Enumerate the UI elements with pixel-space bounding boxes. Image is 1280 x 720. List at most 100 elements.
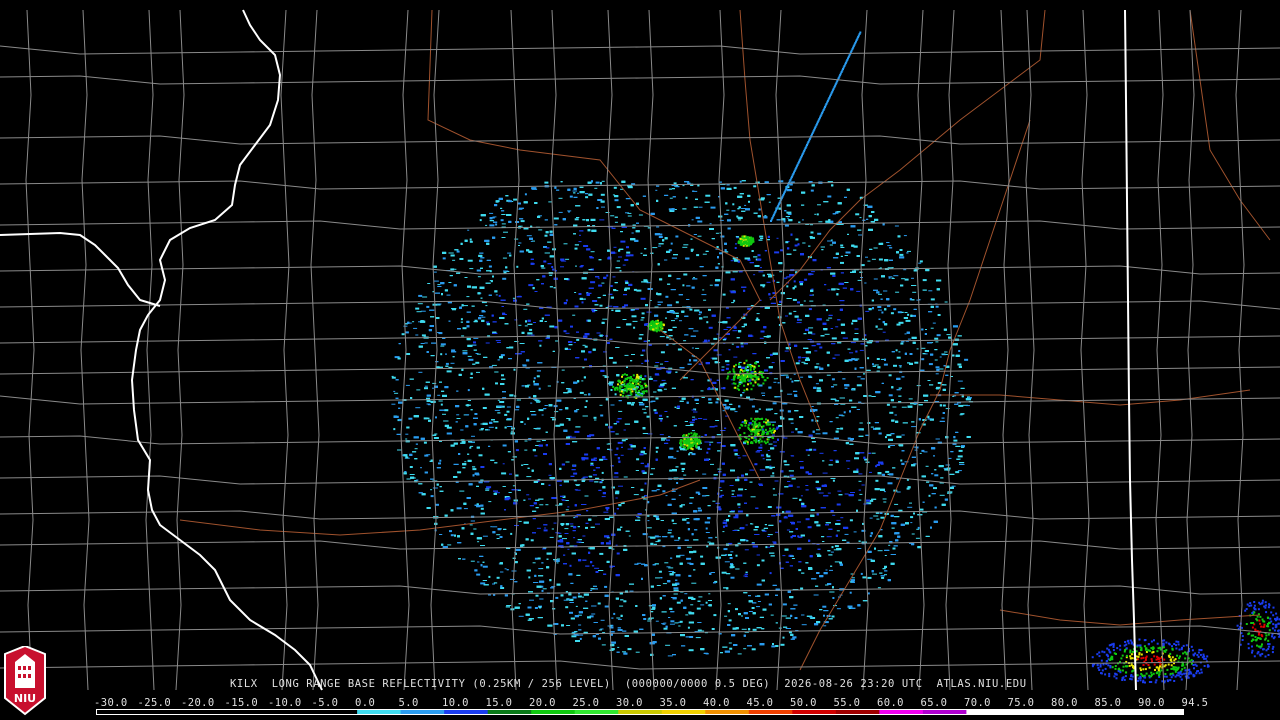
echo-pixel [856, 468, 859, 471]
echo-pixel [432, 387, 434, 389]
echo-pixel [856, 384, 862, 387]
echo-pixel [753, 185, 757, 188]
echo-pixel [468, 358, 474, 361]
echo-pixel [659, 414, 663, 417]
echo-pixel [855, 358, 860, 360]
echo-pixel [794, 244, 798, 247]
echo-pixel [732, 203, 735, 206]
echo-pixel [791, 558, 795, 559]
echo-pixel [695, 347, 700, 349]
echo-pixel [800, 376, 804, 378]
echo-pixel [564, 528, 569, 530]
echo-pixel [463, 305, 468, 307]
echo-pixel [655, 189, 658, 191]
echo-pixel [568, 211, 570, 213]
echo-pixel [759, 337, 764, 339]
echo-pixel [744, 549, 749, 551]
echo-pixel [822, 432, 828, 435]
echo-pixel [935, 341, 939, 343]
echo-pixel [815, 383, 819, 385]
echo-pixel [705, 194, 711, 197]
echo-pixel [513, 368, 516, 371]
echo-pixel [686, 546, 692, 548]
echo-pixel [676, 601, 681, 604]
echo-pixel [530, 240, 533, 242]
echo-pixel [724, 561, 730, 563]
echo-pixel [809, 448, 813, 451]
echo-pixel [786, 529, 790, 531]
echo-pixel [640, 319, 644, 321]
echo-pixel [836, 503, 841, 506]
echo-pixel [865, 310, 870, 312]
echo-pixel [911, 533, 915, 535]
echo-pixel [832, 479, 835, 482]
echo-pixel [604, 376, 609, 378]
echo-pixel [539, 344, 542, 347]
echo-pixel [850, 342, 856, 344]
echo-pixel [665, 295, 669, 298]
echo-pixel [772, 472, 775, 475]
echo-pixel [930, 327, 934, 329]
echo-pixel [444, 409, 449, 412]
echo-pixel [555, 424, 561, 427]
echo-pixel [696, 607, 701, 610]
echo-pixel [772, 541, 777, 543]
echo-pixel [888, 374, 892, 377]
echo-pixel [457, 471, 462, 474]
echo-pixel [438, 462, 441, 465]
echo-pixel [599, 552, 604, 555]
echo-pixel [923, 475, 926, 478]
echo-pixel [798, 569, 802, 572]
echo-pixel [601, 644, 606, 646]
echo-pixel [771, 362, 775, 364]
echo-pixel [406, 353, 411, 355]
echo-pixel [844, 533, 849, 535]
echo-pixel [532, 562, 536, 564]
echo-pixel [807, 454, 810, 456]
echo-pixel [637, 517, 641, 519]
echo-pixel [563, 330, 567, 333]
echo-pixel [878, 309, 882, 311]
echo-pixel [569, 523, 574, 525]
echo-pixel [839, 561, 842, 564]
echo-pixel [772, 402, 777, 405]
echo-pixel [488, 265, 492, 268]
echo-pixel [919, 452, 922, 454]
echo-pixel [613, 186, 617, 189]
echo-pixel [601, 282, 605, 284]
echo-pixel [669, 623, 675, 625]
echo-pixel [616, 552, 620, 555]
echo-pixel [737, 653, 742, 655]
echo-pixel [804, 278, 808, 281]
echo-pixel [647, 520, 650, 522]
echo-pixel [474, 413, 478, 415]
echo-pixel [773, 494, 777, 496]
echo-pixel [606, 342, 610, 344]
echo-pixel [604, 585, 608, 588]
echo-pixel [826, 309, 828, 312]
echo-pixel [814, 213, 817, 215]
echo-pixel [857, 548, 862, 549]
echo-pixel [659, 434, 664, 436]
echo-pixel [856, 290, 861, 292]
echo-pixel [682, 185, 685, 187]
echo-pixel [536, 440, 541, 442]
echo-pixel [860, 572, 863, 575]
echo-pixel [618, 485, 623, 487]
echo-pixel [768, 443, 773, 445]
echo-pixel [816, 343, 821, 346]
echo-pixel [653, 409, 657, 412]
echo-pixel [582, 344, 586, 346]
echo-pixel [930, 298, 935, 301]
echo-pixel [542, 548, 546, 550]
echo-pixel [744, 489, 747, 490]
echo-pixel [495, 340, 501, 342]
echo-pixel [543, 529, 548, 532]
echo-pixel [529, 328, 533, 331]
echo-pixel [808, 308, 812, 311]
echo-pixel [414, 448, 418, 450]
echo-pixel [574, 430, 580, 433]
echo-pixel [545, 504, 549, 506]
echo-pixel [449, 530, 452, 533]
echo-pixel [533, 380, 535, 383]
